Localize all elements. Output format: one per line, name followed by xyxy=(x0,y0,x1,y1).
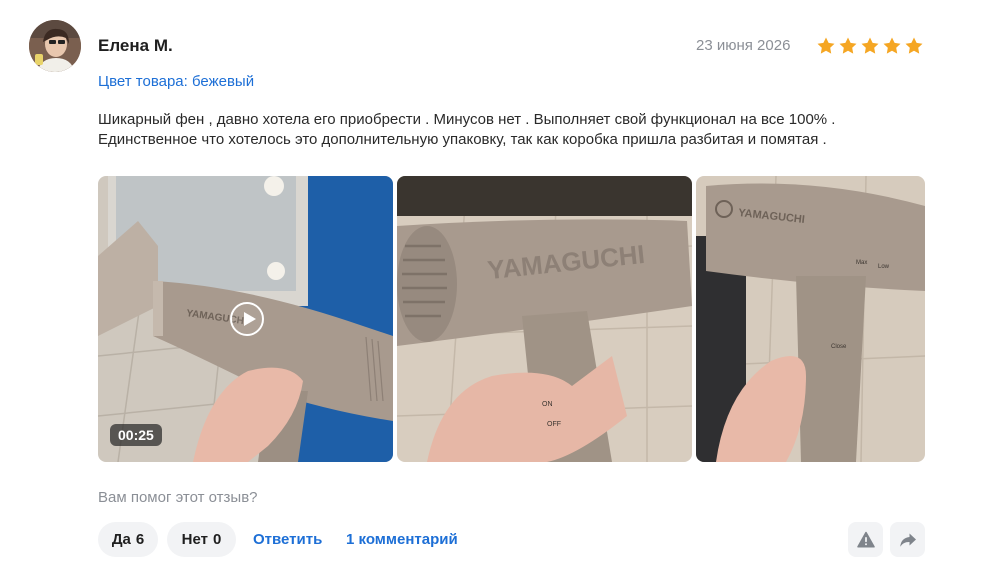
photo-label-low: Low xyxy=(878,264,890,270)
review-photo-3[interactable]: YAMAGUCHI Max Low Close xyxy=(696,176,925,462)
reply-link[interactable]: Ответить xyxy=(253,531,322,548)
helpful-question: Вам помог этот отзыв? xyxy=(98,489,258,506)
review-video-thumbnail[interactable]: YAMAGUCHI 00:25 xyxy=(98,176,393,462)
star-icon xyxy=(905,37,923,54)
warning-icon xyxy=(856,531,875,548)
photo-label-close: Close xyxy=(831,344,847,350)
video-duration: 00:25 xyxy=(110,424,162,446)
star-rating xyxy=(816,36,924,56)
helpful-no-button[interactable]: Нет 0 xyxy=(167,522,236,557)
helpful-yes-count: 6 xyxy=(135,531,145,548)
avatar[interactable] xyxy=(29,20,81,72)
helpful-yes-label: Да xyxy=(111,531,131,548)
report-button[interactable] xyxy=(848,522,883,557)
share-button[interactable] xyxy=(890,522,925,557)
play-icon[interactable] xyxy=(230,302,264,336)
author-name: Елена М. xyxy=(98,36,173,55)
comments-link[interactable]: 1 комментарий xyxy=(346,531,458,548)
star-icon xyxy=(883,37,901,54)
star-icon xyxy=(861,37,879,54)
review-text: Шикарный фен , давно хотела его приобрес… xyxy=(98,111,836,148)
photo-label-max: Max xyxy=(856,260,867,266)
product-variant: Цвет товара: бежевый xyxy=(98,73,255,90)
photo-label-on: ON xyxy=(542,401,553,408)
review-photo-2[interactable]: YAMAGUCHI ON OFF xyxy=(397,176,692,462)
star-icon xyxy=(839,37,857,54)
helpful-no-label: Нет xyxy=(181,531,208,548)
helpful-no-count: 0 xyxy=(212,531,222,548)
review-date: 23 июня 2026 xyxy=(696,37,791,54)
share-arrow-icon xyxy=(899,533,916,547)
review-card: Елена М. 23 июня 2026 Цвет товара: бежев… xyxy=(0,0,991,586)
star-icon xyxy=(817,37,835,54)
photo-label-off: OFF xyxy=(547,421,561,428)
helpful-yes-button[interactable]: Да 6 xyxy=(98,522,158,557)
